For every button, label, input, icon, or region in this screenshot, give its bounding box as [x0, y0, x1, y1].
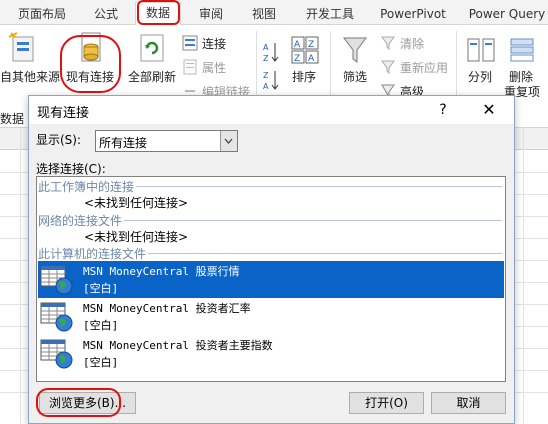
- filter-button[interactable]: 筛选: [336, 31, 376, 95]
- connection-description: [空白]: [83, 282, 119, 295]
- chevron-down-icon: [224, 138, 233, 144]
- tab-view[interactable]: 视图: [246, 5, 282, 23]
- edit-links-label: 编辑链接: [202, 85, 251, 95]
- section-divider: [124, 220, 502, 221]
- svg-text:Z: Z: [308, 40, 314, 50]
- advanced-button[interactable]: 高级: [380, 81, 450, 95]
- help-button[interactable]: ?: [433, 100, 453, 120]
- no-connections-workbook: <未找到任何连接>: [84, 196, 189, 210]
- sort-button[interactable]: A Z Z A 排序: [286, 31, 324, 95]
- svg-text:Z: Z: [263, 71, 269, 80]
- connections-list[interactable]: 此工作簿中的连接 <未找到任何连接> 网络的连接文件 <未找到任何连接> 此计算…: [36, 176, 506, 382]
- refresh-all-label: 全部刷新: [128, 70, 177, 84]
- existing-connections-dialog: 现有连接 ? ✕ 显示(S): 所有连接 选择连接(C): 此工作簿中的连接 <…: [28, 95, 515, 424]
- remove-duplicates-button[interactable]: 删除 重复项: [504, 31, 548, 99]
- properties-button[interactable]: 属性: [182, 57, 252, 77]
- clear-button[interactable]: 清除: [380, 33, 450, 53]
- dialog-title: 现有连接: [37, 106, 90, 121]
- ribbon-tab-bar: 页面布局 公式 数据 审阅 视图 开发工具 PowerPivot Power Q…: [0, 0, 548, 26]
- choose-connection-label: 选择连接(C):: [36, 162, 106, 176]
- connection-item-major-indices[interactable]: MSN MoneyCentral 投资者主要指数 [空白]: [38, 335, 504, 372]
- connections-label: 连接: [202, 37, 227, 51]
- annotation-circle-browse-more: [36, 388, 121, 417]
- svg-text:A: A: [294, 40, 301, 50]
- annotation-circle-data-tab: [137, 0, 180, 25]
- reapply-button[interactable]: 重新应用: [380, 57, 450, 77]
- properties-icon: [183, 59, 197, 75]
- reapply-icon: [381, 60, 395, 75]
- svg-text:Z: Z: [263, 54, 269, 63]
- refresh-icon: [140, 34, 164, 62]
- edit-links-icon: [185, 90, 195, 92]
- section-header-computer: 此计算机的连接文件: [38, 247, 147, 261]
- reapply-label: 重新应用: [400, 61, 449, 75]
- connection-description: [空白]: [83, 356, 119, 369]
- sort-descending-icon[interactable]: Z A: [262, 69, 280, 91]
- connection-description: [空白]: [83, 319, 119, 332]
- svg-text:Z: Z: [294, 54, 300, 64]
- refresh-all-button[interactable]: 全部刷新: [124, 25, 180, 95]
- screenshot-root: 页面布局 公式 数据 审阅 视图 开发工具 PowerPivot Power Q…: [0, 0, 548, 424]
- section-header-network: 网络的连接文件: [38, 214, 123, 228]
- connections-icon: [182, 35, 198, 51]
- dialog-title-bar[interactable]: 现有连接 ? ✕: [29, 96, 514, 124]
- section-divider: [148, 253, 502, 254]
- tab-review[interactable]: 审阅: [193, 5, 229, 23]
- cancel-button[interactable]: 取消: [431, 392, 506, 414]
- tab-formulas[interactable]: 公式: [86, 5, 126, 23]
- web-query-icon: [40, 339, 73, 369]
- other-sources-icon: [8, 32, 34, 62]
- show-label: 显示(S):: [36, 133, 82, 147]
- dropdown-arrow-button[interactable]: [220, 131, 237, 151]
- annotation-circle-existing-connections: [60, 35, 121, 93]
- text-to-columns-label: 分列: [468, 70, 493, 84]
- no-connections-network: <未找到任何连接>: [84, 230, 189, 244]
- connection-name: MSN MoneyCentral 投资者汇率: [83, 302, 251, 315]
- tab-page-layout[interactable]: 页面布局: [14, 5, 70, 23]
- connection-name: MSN MoneyCentral 投资者主要指数: [83, 339, 273, 352]
- web-query-icon: [40, 302, 73, 332]
- show-dropdown[interactable]: 所有连接: [95, 130, 238, 152]
- remove-duplicates-icon: [510, 38, 534, 62]
- sort-dialog-icon: A Z Z A: [291, 36, 319, 64]
- grid-column-line: [20, 128, 21, 424]
- close-button[interactable]: ✕: [477, 100, 501, 120]
- edit-links-button[interactable]: 编辑链接: [182, 81, 252, 95]
- other-sources-label: 自其他来源: [0, 70, 61, 84]
- group-label-data: 数据: [0, 112, 25, 126]
- tab-power-query[interactable]: Power Query: [466, 5, 548, 23]
- text-to-columns-icon: [467, 38, 495, 62]
- filter-icon: [343, 37, 367, 63]
- text-to-columns-button[interactable]: 分列: [462, 31, 500, 95]
- other-sources-button[interactable]: 自其他来源: [0, 25, 61, 95]
- advanced-label: 高级: [400, 85, 425, 95]
- sort-ascending-icon[interactable]: A Z: [262, 41, 280, 63]
- web-query-icon: [40, 265, 73, 295]
- sort-label: 排序: [292, 70, 317, 84]
- tab-powerpivot[interactable]: PowerPivot: [375, 5, 451, 23]
- svg-text:A: A: [263, 82, 269, 91]
- connection-item-currency-rates[interactable]: MSN MoneyCentral 投资者汇率 [空白]: [38, 298, 504, 335]
- clear-filter-icon: [381, 36, 395, 51]
- connection-item-stock-quotes[interactable]: MSN MoneyCentral 股票行情 [空白]: [38, 261, 504, 298]
- show-dropdown-value: 所有连接: [99, 136, 148, 150]
- grid-column-line: [523, 128, 524, 424]
- clear-label: 清除: [400, 37, 425, 51]
- svg-text:A: A: [263, 43, 269, 52]
- svg-text:A: A: [308, 54, 315, 64]
- filter-label: 筛选: [343, 70, 368, 84]
- advanced-filter-icon: [381, 84, 395, 95]
- section-divider: [136, 186, 502, 187]
- open-button[interactable]: 打开(O): [349, 392, 424, 414]
- properties-label: 属性: [202, 61, 227, 75]
- connection-name: MSN MoneyCentral 股票行情: [83, 265, 240, 278]
- connections-button[interactable]: 连接: [182, 33, 252, 53]
- section-header-workbook: 此工作簿中的连接: [38, 180, 135, 194]
- tab-developer[interactable]: 开发工具: [299, 5, 361, 23]
